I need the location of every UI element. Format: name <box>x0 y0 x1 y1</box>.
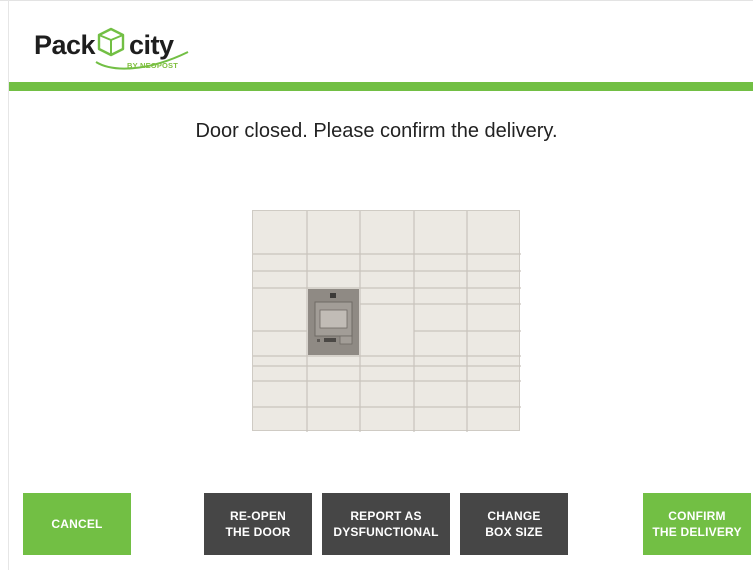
locker-grid <box>253 211 521 432</box>
confirm-delivery-button[interactable]: CONFIRM THE DELIVERY <box>643 493 751 555</box>
reopen-door-button[interactable]: RE-OPEN THE DOOR <box>204 493 312 555</box>
report-label-line2: DYSFUNCTIONAL <box>333 525 439 539</box>
cancel-label: CANCEL <box>51 517 103 531</box>
packcity-logo: Pack city BY NEOPOST <box>34 22 204 77</box>
report-label-line1: REPORT AS <box>350 509 422 523</box>
change-label-line1: CHANGE <box>487 509 541 523</box>
package-cube-icon <box>97 27 125 57</box>
confirm-label-line2: THE DELIVERY <box>652 525 742 539</box>
reopen-label-line2: THE DOOR <box>225 525 291 539</box>
report-dysfunctional-button[interactable]: REPORT AS DYSFUNCTIONAL <box>322 493 450 555</box>
logo-text-pack: Pack <box>34 30 96 60</box>
logo-tagline: BY NEOPOST <box>127 61 179 70</box>
status-message: Door closed. Please confirm the delivery… <box>195 120 558 142</box>
confirm-label-line1: CONFIRM <box>668 509 726 523</box>
cancel-button[interactable]: CANCEL <box>23 493 131 555</box>
change-box-size-button[interactable]: CHANGE BOX SIZE <box>460 493 568 555</box>
top-border <box>0 0 753 1</box>
locker-bank-illustration <box>252 210 521 432</box>
logo-text-city: city <box>129 30 174 60</box>
locker-terminal-module <box>308 289 359 355</box>
change-label-line2: BOX SIZE <box>485 525 543 539</box>
header-accent-bar <box>9 82 753 91</box>
reopen-label-line1: RE-OPEN <box>229 509 287 523</box>
